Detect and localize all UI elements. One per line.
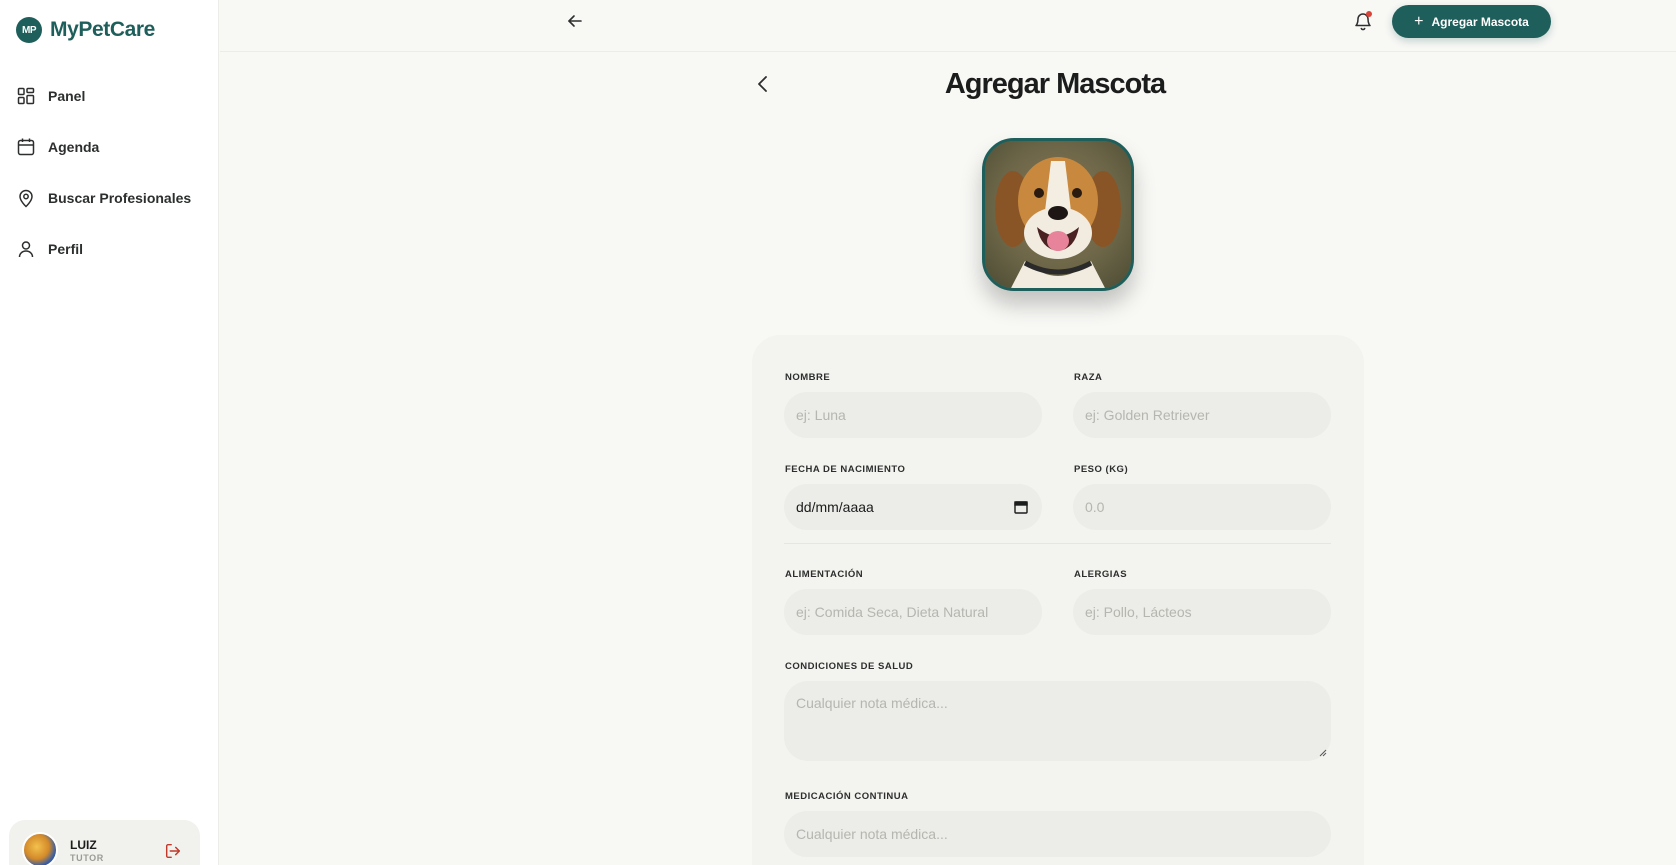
dashboard-icon [17,87,35,104]
sidebar-item-label: Panel [48,87,86,104]
sidebar-nav: Panel Agenda Buscar Profesionales Perfil [0,70,219,274]
sidebar-item-label: Perfil [48,240,84,257]
nombre-input[interactable]: ej: Luna [784,392,1042,438]
plus-icon: + [1414,12,1424,30]
logo-badge: MP [16,17,42,43]
fecha-nacimiento-value: dd/mm/aaaa [796,499,874,515]
calendar-icon[interactable] [1014,500,1028,514]
user-icon [18,240,34,257]
user-name: LUIZ [70,838,97,852]
sidebar-item-label: Agenda [48,138,100,155]
pet-form: NOMBRE ej: Luna RAZA ej: Golden Retrieve… [752,335,1364,865]
nombre-label: NOMBRE [785,372,831,383]
calendar-icon [17,138,35,155]
fecha-nacimiento-input[interactable]: dd/mm/aaaa [784,484,1042,530]
top-bar: + Agregar Mascota [220,0,1676,52]
pet-photo [985,141,1131,288]
user-role: TUTOR [70,853,104,863]
resize-handle-icon[interactable] [1319,749,1327,757]
alimentacion-input[interactable]: ej: Comida Seca, Dieta Natural [784,589,1042,635]
sidebar-item-buscar-profesionales[interactable]: Buscar Profesionales [0,172,219,223]
map-pin-icon [19,189,33,208]
add-pet-button[interactable]: + Agregar Mascota [1392,5,1551,38]
app-logo[interactable]: MP MyPetCare [16,17,155,43]
page-title: Agregar Mascota [944,68,1166,100]
user-card: LUIZ TUTOR [9,820,200,865]
pet-photo-upload[interactable] [982,138,1134,291]
app-name: MyPetCare [50,18,155,41]
medicacion-continua-label: MEDICACIÓN CONTINUA [785,791,909,802]
peso-label: PESO (KG) [1074,464,1129,475]
condiciones-salud-textarea[interactable]: Cualquier nota médica... [784,681,1331,761]
arrow-left-icon[interactable] [565,11,585,31]
condiciones-salud-placeholder: Cualquier nota médica... [796,695,948,711]
raza-label: RAZA [1074,372,1103,383]
logout-icon[interactable] [164,842,182,860]
sidebar-item-label: Buscar Profesionales [48,189,192,206]
alergias-input[interactable]: ej: Pollo, Lácteos [1073,589,1331,635]
avatar[interactable] [22,832,58,865]
raza-input[interactable]: ej: Golden Retriever [1073,392,1331,438]
alimentacion-label: ALIMENTACIÓN [785,569,864,580]
sidebar-item-agenda[interactable]: Agenda [0,121,219,172]
notification-dot [1366,11,1372,17]
medicacion-continua-input[interactable]: Cualquier nota médica... [784,811,1331,857]
condiciones-salud-label: CONDICIONES DE SALUD [785,661,914,672]
sidebar-item-perfil[interactable]: Perfil [0,223,219,274]
sidebar-item-panel[interactable]: Panel [0,70,219,121]
fecha-nacimiento-label: FECHA DE NACIMIENTO [785,464,906,475]
add-pet-button-label: Agregar Mascota [1431,14,1529,29]
alergias-label: ALERGIAS [1074,569,1128,580]
divider [784,543,1331,544]
chevron-left-icon[interactable] [752,73,774,95]
sidebar: MP MyPetCare Panel Agenda Buscar Profesi… [0,0,219,865]
peso-input[interactable]: 0.0 [1073,484,1331,530]
